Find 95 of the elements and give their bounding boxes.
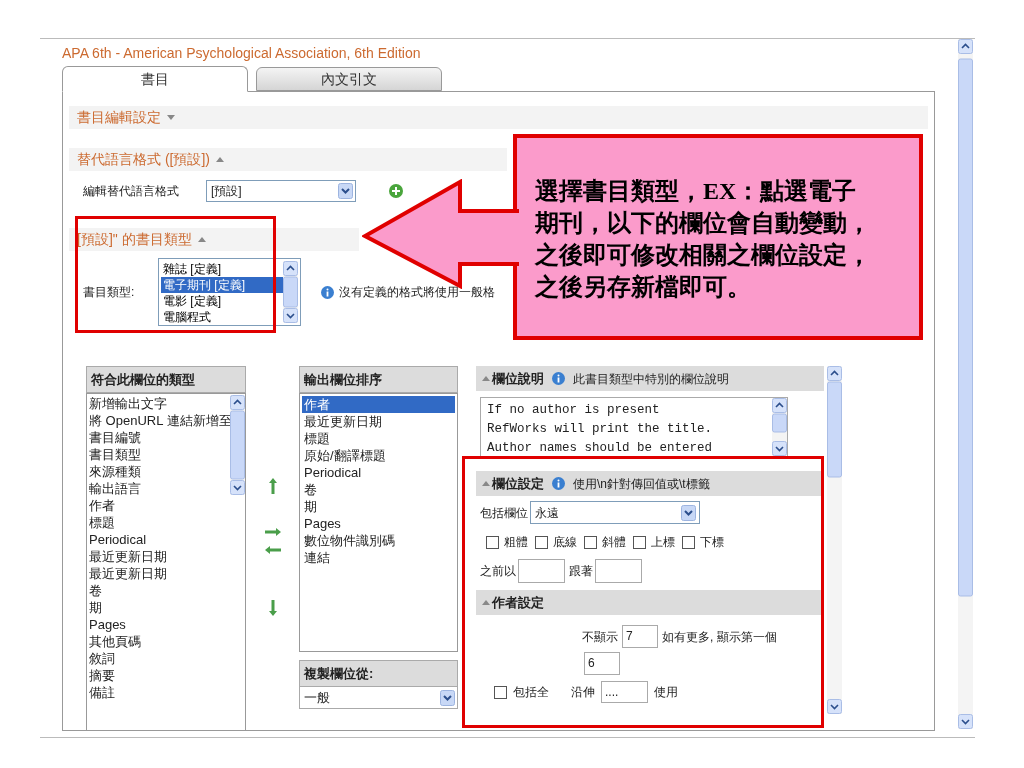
list-option[interactable]: Pages: [89, 616, 230, 633]
include-field-select[interactable]: 永遠: [530, 501, 700, 524]
info-icon: [552, 477, 565, 490]
field-label: 使用: [654, 684, 678, 701]
list-option[interactable]: 連結: [302, 549, 455, 566]
scrollbar[interactable]: [958, 39, 973, 729]
extend-input[interactable]: ....: [601, 681, 648, 703]
info-icon: [321, 285, 334, 299]
reference-type-list[interactable]: 雜誌 [定義] 電子期刊 [定義] 電影 [定義] 電腦程式: [158, 258, 301, 326]
field-label: 之前以: [480, 563, 516, 580]
list-option[interactable]: 最近更新日期: [89, 565, 230, 582]
info-text: 沒有定義的格式將使用一般格: [339, 284, 495, 301]
list-option[interactable]: 作者: [89, 497, 230, 514]
list-option[interactable]: 輸出語言: [89, 480, 230, 497]
copy-fields-select[interactable]: 一般: [299, 687, 458, 709]
checkbox[interactable]: [682, 535, 695, 549]
column-header: 符合此欄位的類型: [86, 366, 246, 393]
checkbox-label: 粗體: [504, 534, 528, 551]
list-option[interactable]: 卷: [89, 582, 230, 599]
add-icon[interactable]: [389, 183, 403, 198]
list-option[interactable]: 數位物件識別碼: [302, 532, 455, 549]
checkbox-label: 斜體: [602, 534, 626, 551]
description-field[interactable]: If no author is present RefWorks will print the title. Author names should be entered: [480, 397, 788, 457]
checkbox[interactable]: [633, 535, 646, 549]
scrollbar[interactable]: [283, 261, 298, 323]
add-field-icon[interactable]: [264, 528, 281, 536]
list-option[interactable]: 電子期刊 [定義]: [161, 277, 283, 293]
field-label: 包括欄位: [480, 504, 528, 522]
tab[interactable]: 內文引文: [256, 67, 442, 91]
section-header[interactable]: 書目編輯設定: [69, 106, 928, 129]
list-option[interactable]: 期: [89, 599, 230, 616]
checkbox-label: 包括全: [513, 684, 549, 701]
list-option[interactable]: 備註: [89, 684, 230, 701]
list-option[interactable]: 最近更新日期: [89, 548, 230, 565]
list-option[interactable]: 來源種類: [89, 463, 230, 480]
caret-icon[interactable]: [197, 236, 206, 243]
hide-count-input[interactable]: 7: [622, 625, 658, 648]
scrollbar[interactable]: [230, 395, 245, 495]
checkbox[interactable]: [486, 535, 499, 549]
remove-field-icon[interactable]: [264, 546, 281, 554]
list-option[interactable]: 雜誌 [定義]: [161, 261, 283, 277]
move-up-icon[interactable]: [268, 478, 277, 494]
suffix-input[interactable]: [595, 559, 642, 583]
checkbox-label: 底線: [553, 534, 577, 551]
list-option[interactable]: 最近更新日期: [302, 413, 455, 430]
list-option[interactable]: 其他頁碼: [89, 633, 230, 650]
caret-icon[interactable]: [482, 599, 490, 606]
style-title: APA 6th - American Psychological Association, 6th Edition: [62, 44, 422, 63]
list-option[interactable]: 原始/翻譯標題: [302, 447, 455, 464]
list-option[interactable]: Pages: [302, 515, 455, 532]
checkbox[interactable]: [535, 535, 548, 549]
checkbox-label: 上標: [651, 534, 675, 551]
scrollbar[interactable]: [827, 366, 842, 714]
section-header[interactable]: 欄位說明 此書目類型中特別的欄位說明: [476, 366, 824, 391]
section-header[interactable]: 欄位設定 使用\n針對傳回值或\t標籤: [476, 471, 824, 496]
first-count-input[interactable]: 6: [584, 652, 620, 675]
field-label: 不顯示: [582, 628, 618, 646]
section-header[interactable]: 作者設定: [476, 590, 824, 615]
info-icon: [552, 372, 565, 385]
list-option[interactable]: 標題: [89, 514, 230, 531]
section-header[interactable]: [預設]" 的書目類型: [69, 228, 359, 251]
language-select[interactable]: [預設]: [206, 179, 356, 202]
scrollbar[interactable]: [772, 398, 787, 456]
caret-icon[interactable]: [216, 156, 224, 163]
field-label: 沿伸: [571, 684, 595, 701]
callout-text: 選擇書目類型，EX：點選電子期刊，以下的欄位會自動變動，之後即可修改相關之欄位設定，之後另存新檔即可。: [535, 177, 872, 302]
list-option[interactable]: Periodical: [302, 464, 455, 481]
list-option[interactable]: 摘要: [89, 667, 230, 684]
prefix-input[interactable]: [518, 559, 565, 583]
list-option[interactable]: 作者: [302, 396, 455, 413]
list-option[interactable]: 新增輸出文字: [89, 395, 230, 412]
column-header: 輸出欄位排序: [299, 366, 458, 393]
field-label: 書目類型:: [83, 284, 136, 301]
checkbox[interactable]: [494, 685, 507, 699]
caret-icon[interactable]: [482, 375, 490, 382]
checkbox-label: 下標: [700, 534, 724, 551]
list-option[interactable]: 敘詞: [89, 650, 230, 667]
tab[interactable]: 書目: [62, 66, 248, 92]
list-option[interactable]: 卷: [302, 481, 455, 498]
caret-icon[interactable]: [167, 114, 175, 121]
output-fields-list[interactable]: 作者 最近更新日期 標題 原始/翻譯標題 Periodical 卷 期 Pages 數位物件識別碼 連結: [299, 393, 458, 652]
checkbox[interactable]: [584, 535, 597, 549]
list-option[interactable]: 電腦程式: [161, 309, 283, 325]
list-option[interactable]: 書目類型: [89, 446, 230, 463]
field-label: 編輯替代語言格式: [83, 182, 180, 200]
list-option[interactable]: 書目編號: [89, 429, 230, 446]
move-down-icon[interactable]: [268, 600, 277, 616]
caret-icon[interactable]: [482, 480, 490, 487]
column-header: 複製欄位從:: [299, 660, 458, 687]
list-option[interactable]: 電影 [定義]: [161, 293, 283, 309]
list-option[interactable]: 標題: [302, 430, 455, 447]
list-option[interactable]: Periodical: [89, 531, 230, 548]
field-label: 跟著: [569, 563, 593, 580]
field-label: 如有更多, 顯示第一個: [662, 628, 777, 646]
list-option[interactable]: 期: [302, 498, 455, 515]
